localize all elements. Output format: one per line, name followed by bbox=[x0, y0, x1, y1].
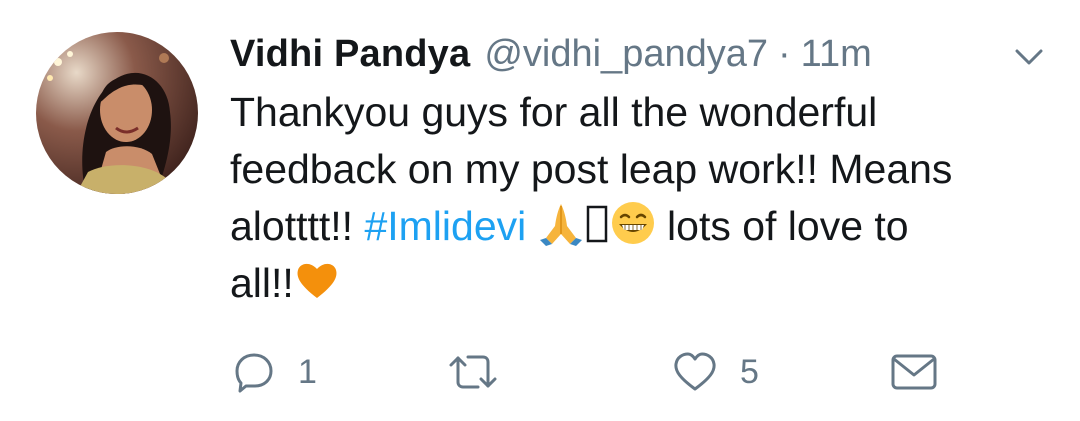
envelope-icon bbox=[890, 351, 938, 393]
timestamp[interactable]: 11m bbox=[801, 28, 872, 80]
grinning-face-emoji bbox=[610, 200, 656, 246]
heart-icon bbox=[672, 350, 718, 394]
missing-glyph bbox=[586, 202, 608, 243]
tweet-card[interactable]: Vidhi Pandya @vidhi_pandya7 · 11m Thanky… bbox=[0, 0, 1080, 421]
tweet-text-line-4: all!! bbox=[230, 255, 1050, 312]
folded-hands-emoji bbox=[538, 200, 584, 246]
tweet-text-segment: lots of love to bbox=[655, 203, 909, 249]
tweet-text-segment: alotttt!! bbox=[230, 203, 365, 249]
author-handle[interactable]: @vidhi_pandya7 bbox=[484, 28, 768, 80]
direct-message-button[interactable] bbox=[890, 347, 938, 397]
reply-icon bbox=[232, 350, 276, 394]
tweet-header: Vidhi Pandya @vidhi_pandya7 · 11m bbox=[230, 28, 872, 80]
tweet-text-line-3: alotttt!! #Imlidevi lots of love to bbox=[230, 198, 1050, 255]
retweet-button[interactable] bbox=[448, 347, 520, 397]
tweet-text-line-2: feedback on my post leap work!! Means bbox=[230, 146, 953, 192]
avatar[interactable] bbox=[36, 32, 198, 194]
retweet-icon bbox=[448, 350, 498, 394]
hashtag-link[interactable]: #Imlidevi bbox=[364, 203, 526, 249]
reply-button[interactable]: 1 bbox=[232, 347, 317, 397]
tweet-text-line-1: Thankyou guys for all the wonderful bbox=[230, 89, 878, 135]
separator-dot: · bbox=[778, 33, 791, 75]
tweet-text-segment: all!! bbox=[230, 260, 294, 306]
tweet-actions: 1 5 bbox=[0, 347, 1080, 397]
reply-count: 1 bbox=[298, 352, 317, 391]
chevron-down-icon[interactable] bbox=[1012, 40, 1046, 74]
like-button[interactable]: 5 bbox=[672, 347, 759, 397]
author-name[interactable]: Vidhi Pandya bbox=[230, 28, 470, 80]
like-count: 5 bbox=[740, 352, 759, 391]
tweet-text: Thankyou guys for all the wonderful feed… bbox=[230, 84, 1050, 312]
orange-heart-emoji bbox=[294, 257, 340, 303]
